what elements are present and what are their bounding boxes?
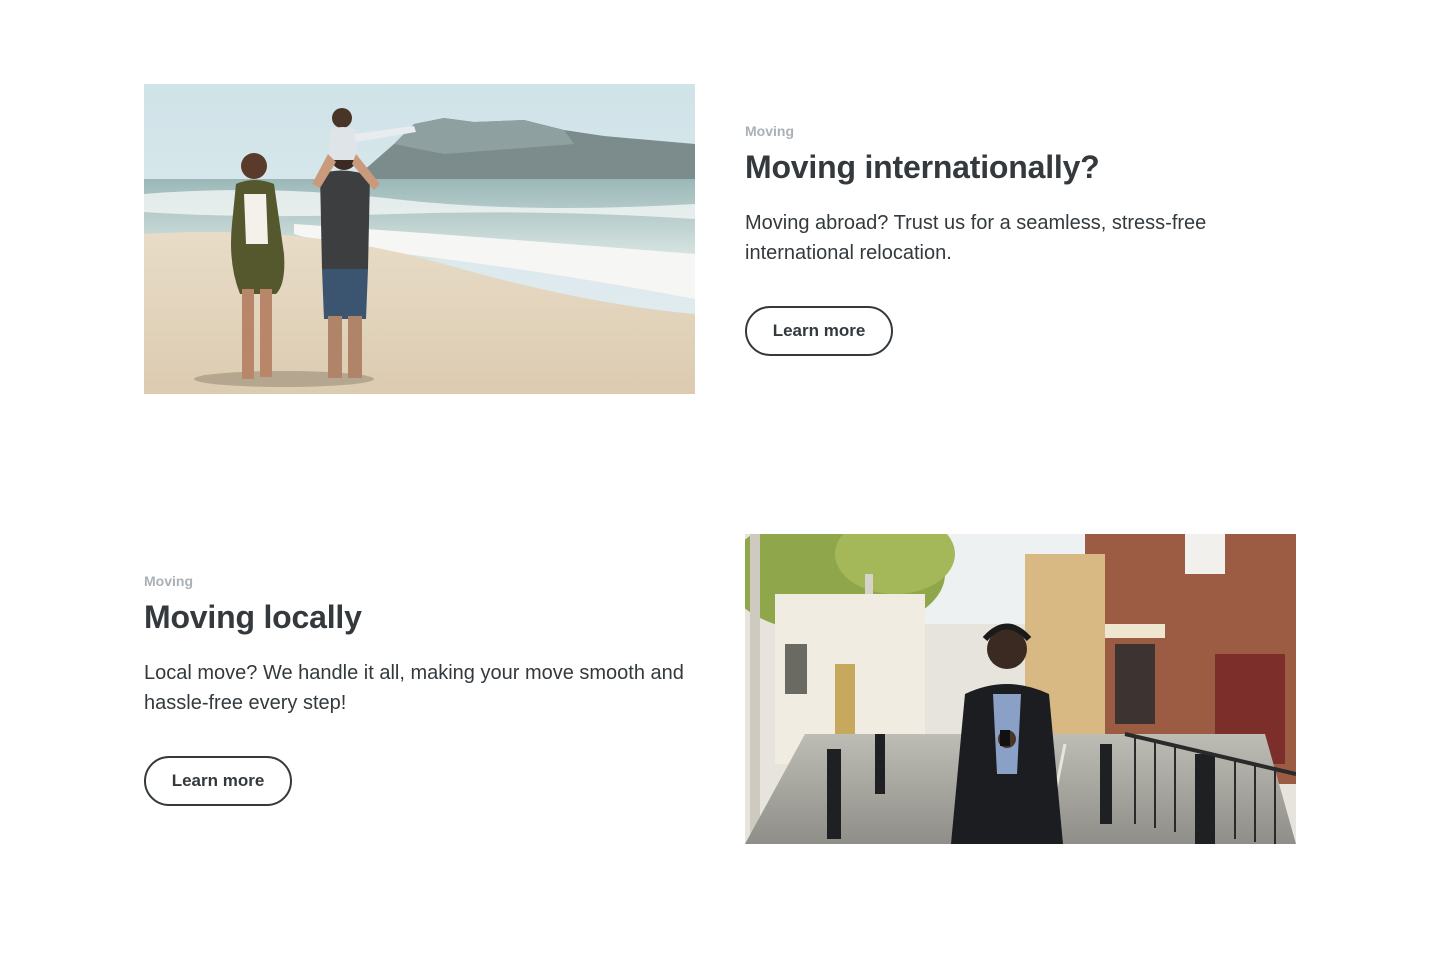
moving-internationally-section: Moving Moving internationally? Moving ab… [144, 84, 1296, 394]
beach-family-image [144, 84, 695, 394]
section-heading: Moving internationally? [745, 149, 1100, 185]
moving-locally-text: Moving Moving locally Local move? We han… [144, 572, 695, 806]
section-description: Moving abroad? Trust us for a seamless, … [745, 212, 1207, 264]
category-label: Moving [745, 123, 794, 139]
city-street-woman-image [745, 534, 1296, 844]
learn-more-button[interactable]: Learn more [144, 756, 292, 806]
section-heading: Moving locally [144, 599, 362, 635]
moving-internationally-text: Moving Moving internationally? Moving ab… [745, 122, 1296, 356]
learn-more-button[interactable]: Learn more [745, 306, 893, 356]
section-description: Local move? We handle it all, making you… [144, 662, 684, 714]
moving-locally-section: Moving Moving locally Local move? We han… [144, 534, 1296, 844]
category-label: Moving [144, 573, 193, 589]
